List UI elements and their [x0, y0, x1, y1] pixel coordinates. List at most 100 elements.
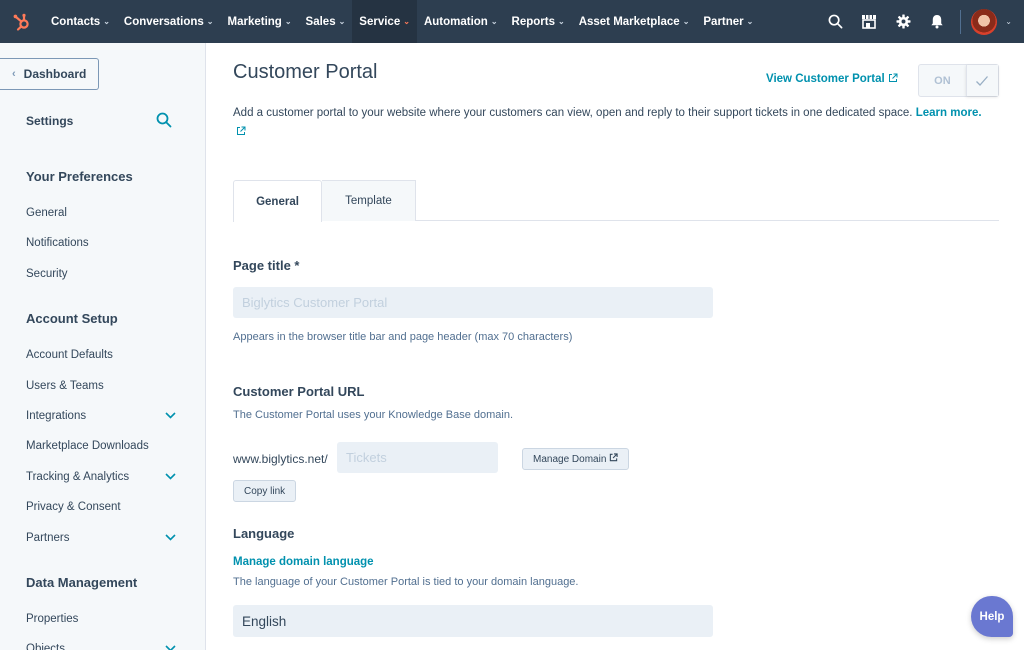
portal-enable-toggle[interactable]: ON: [918, 64, 999, 97]
sidebar-item-properties[interactable]: Properties: [26, 613, 176, 625]
nav-item-label: Automation: [423, 15, 488, 28]
nav-item-service[interactable]: Service ⌄: [352, 0, 417, 43]
chevron-down-icon[interactable]: [165, 644, 176, 650]
external-link-icon: [609, 453, 619, 465]
portal-url-help-text: The Customer Portal uses your Knowledge …: [233, 409, 514, 421]
sidebar-item-security[interactable]: Security: [26, 268, 176, 280]
page-title-input[interactable]: Biglytics Customer Portal: [233, 287, 713, 318]
chevron-down-icon: ⌄: [682, 17, 690, 26]
notifications-bell-icon[interactable]: [920, 0, 954, 43]
nav-item-marketing[interactable]: Marketing ⌄: [221, 0, 299, 43]
view-customer-portal-label: View Customer Portal: [766, 73, 885, 85]
sidebar-item-account-defaults[interactable]: Account Defaults: [26, 349, 176, 361]
sidebar-item-users-teams[interactable]: Users & Teams: [26, 380, 176, 392]
chevron-down-icon: ⌄: [490, 17, 498, 26]
nav-item-label: Sales: [305, 15, 336, 28]
sidebar-item-partners[interactable]: Partners: [26, 532, 176, 544]
settings-heading: Settings: [26, 114, 74, 128]
back-to-dashboard-button[interactable]: ‹ Dashboard: [0, 58, 99, 90]
chevron-down-icon[interactable]: [165, 472, 176, 483]
chevron-down-icon: ⌄: [284, 17, 292, 26]
marketplace-icon[interactable]: [852, 0, 886, 43]
sidebar-item-label: Account Defaults: [26, 349, 113, 361]
chevron-down-icon: ⌄: [338, 17, 346, 26]
nav-item-label: Marketing: [227, 15, 282, 28]
chevron-down-icon[interactable]: [165, 411, 176, 422]
nav-item-asset-marketplace[interactable]: Asset Marketplace ⌄: [572, 0, 697, 43]
chevron-down-icon[interactable]: [165, 533, 176, 544]
sidebar-section-heading: Data Management: [26, 575, 138, 590]
sidebar-item-label: Properties: [26, 613, 79, 625]
nav-item-contacts[interactable]: Contacts ⌄: [44, 0, 117, 43]
page-title: Customer Portal: [233, 61, 378, 83]
nav-item-sales[interactable]: Sales ⌄: [299, 0, 353, 43]
external-link-icon: [888, 73, 898, 86]
sidebar-item-label: Security: [26, 268, 68, 280]
sidebar-item-label: Notifications: [26, 237, 89, 249]
sidebar-item-label: Privacy & Consent: [26, 501, 121, 513]
language-label: Language: [233, 526, 295, 541]
sidebar-item-tracking-analytics[interactable]: Tracking & Analytics: [26, 471, 176, 483]
tab-template[interactable]: Template: [322, 180, 416, 221]
sidebar-section-heading: Your Preferences: [26, 169, 133, 184]
portal-url-label: Customer Portal URL: [233, 384, 365, 399]
sidebar-item-marketplace-downloads[interactable]: Marketplace Downloads: [26, 440, 176, 452]
sidebar-item-label: Objects: [26, 643, 65, 650]
user-avatar[interactable]: [971, 8, 998, 35]
nav-item-label: Partner: [703, 15, 744, 28]
portal-description: Add a customer portal to your website wh…: [233, 104, 993, 143]
language-select[interactable]: English: [233, 605, 713, 637]
manage-domain-button[interactable]: Manage Domain: [522, 448, 630, 470]
nav-divider: [960, 9, 962, 34]
portal-tabs: General Template: [233, 180, 999, 222]
external-link-icon: [236, 124, 246, 143]
chevron-down-icon: ⌄: [746, 17, 754, 26]
learn-more-label: Learn more.: [915, 107, 982, 119]
sidebar-item-privacy-consent[interactable]: Privacy & Consent: [26, 501, 176, 513]
sidebar-item-objects[interactable]: Objects: [26, 643, 176, 650]
nav-item-conversations[interactable]: Conversations ⌄: [117, 0, 221, 43]
settings-gear-icon[interactable]: [886, 0, 920, 43]
sidebar-item-label: Marketplace Downloads: [26, 440, 149, 452]
nav-menu: Contacts ⌄ Conversations ⌄ Marketing ⌄ Sales ⌄ S…: [44, 0, 760, 43]
nav-item-automation[interactable]: Automation ⌄: [417, 0, 505, 43]
chevron-down-icon: ⌄: [206, 17, 214, 26]
nav-item-label: Service: [359, 15, 401, 28]
checkmark-icon: [965, 65, 998, 96]
chevron-down-icon: ⌄: [403, 17, 410, 26]
search-icon[interactable]: [818, 0, 852, 43]
sidebar-item-label: Integrations: [26, 410, 87, 422]
copy-link-button[interactable]: Copy link: [233, 480, 297, 502]
sidebar-item-notifications[interactable]: Notifications: [26, 237, 176, 249]
sidebar-item-label: Tracking & Analytics: [26, 471, 130, 483]
account-chevron-down-icon[interactable]: ⌄: [1005, 17, 1012, 26]
sidebar-item-general[interactable]: General: [26, 207, 176, 219]
nav-item-label: Reports: [511, 15, 555, 28]
nav-item-reports[interactable]: Reports ⌄: [505, 0, 572, 43]
dashboard-label: Dashboard: [23, 67, 87, 81]
description-text: Add a customer portal to your website wh…: [233, 107, 913, 119]
language-help-text: The language of your Customer Portal is …: [233, 576, 579, 588]
url-path-input[interactable]: Tickets: [337, 442, 498, 473]
settings-search-icon[interactable]: [156, 112, 172, 133]
chevron-down-icon: ⌄: [557, 17, 565, 26]
manage-domain-language-link[interactable]: Manage domain language: [233, 556, 374, 568]
nav-item-label: Conversations: [123, 15, 204, 28]
sidebar-item-label: General: [26, 207, 67, 219]
sidebar-section-heading: Account Setup: [26, 311, 118, 326]
hubspot-logo-icon[interactable]: [0, 0, 44, 43]
chevron-down-icon: ⌄: [103, 17, 110, 26]
view-customer-portal-link[interactable]: View Customer Portal: [766, 73, 898, 86]
nav-item-partner[interactable]: Partner ⌄: [696, 0, 760, 43]
tab-general[interactable]: General: [233, 180, 322, 222]
main-content: Customer Portal View Customer Portal ON …: [207, 43, 1024, 650]
top-navigation-bar: Contacts ⌄ Conversations ⌄ Marketing ⌄ Sales ⌄ S…: [0, 0, 1024, 43]
sidebar-item-label: Partners: [26, 532, 70, 544]
settings-sidebar: ‹ Dashboard Settings Your Preferences Gen…: [0, 43, 206, 650]
nav-utilities: ⌄: [818, 0, 1024, 43]
nav-item-label: Asset Marketplace: [578, 15, 680, 28]
help-chat-button[interactable]: Help: [971, 596, 1013, 637]
page-title-help-text: Appears in the browser title bar and pag…: [233, 331, 573, 343]
manage-domain-label: Manage Domain: [533, 453, 607, 465]
sidebar-item-integrations[interactable]: Integrations: [26, 410, 176, 422]
